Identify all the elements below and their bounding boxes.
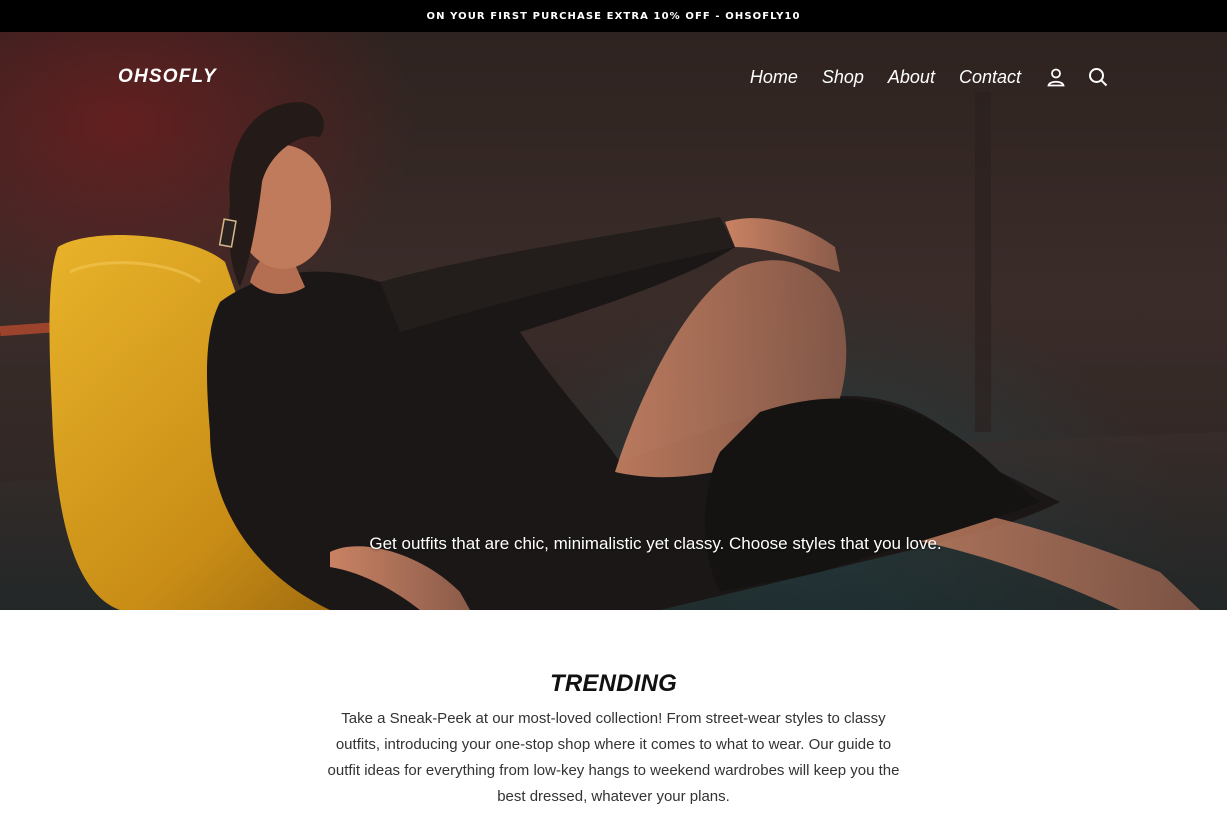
nav-contact-link[interactable]: Contact: [959, 62, 1021, 92]
main-nav: Home Shop About Contact: [726, 62, 1109, 92]
trending-title: TRENDING: [550, 670, 677, 697]
nav-home-link[interactable]: Home: [750, 62, 798, 92]
trending-description: Take a Sneak-Peek at our most-loved coll…: [327, 710, 900, 805]
hero-banner: OHSOFLY Home Shop About Contact Get outf…: [0, 32, 1227, 610]
search-icon[interactable]: [1087, 66, 1109, 88]
nav-about-link[interactable]: About: [888, 62, 935, 92]
nav-shop-link[interactable]: Shop: [822, 62, 864, 92]
account-icon[interactable]: [1045, 66, 1067, 88]
hero-caption: Get outfits that are chic, minimalistic …: [369, 534, 942, 553]
site-logo[interactable]: OHSOFLY: [118, 66, 217, 88]
announcement-text: ON YOUR FIRST PURCHASE EXTRA 10% OFF - O…: [426, 10, 801, 22]
announcement-bar: ON YOUR FIRST PURCHASE EXTRA 10% OFF - O…: [0, 0, 1227, 32]
hero-image: [0, 92, 1227, 610]
trending-section: TRENDING Take a Sneak-Peek at our most-l…: [0, 670, 1227, 810]
